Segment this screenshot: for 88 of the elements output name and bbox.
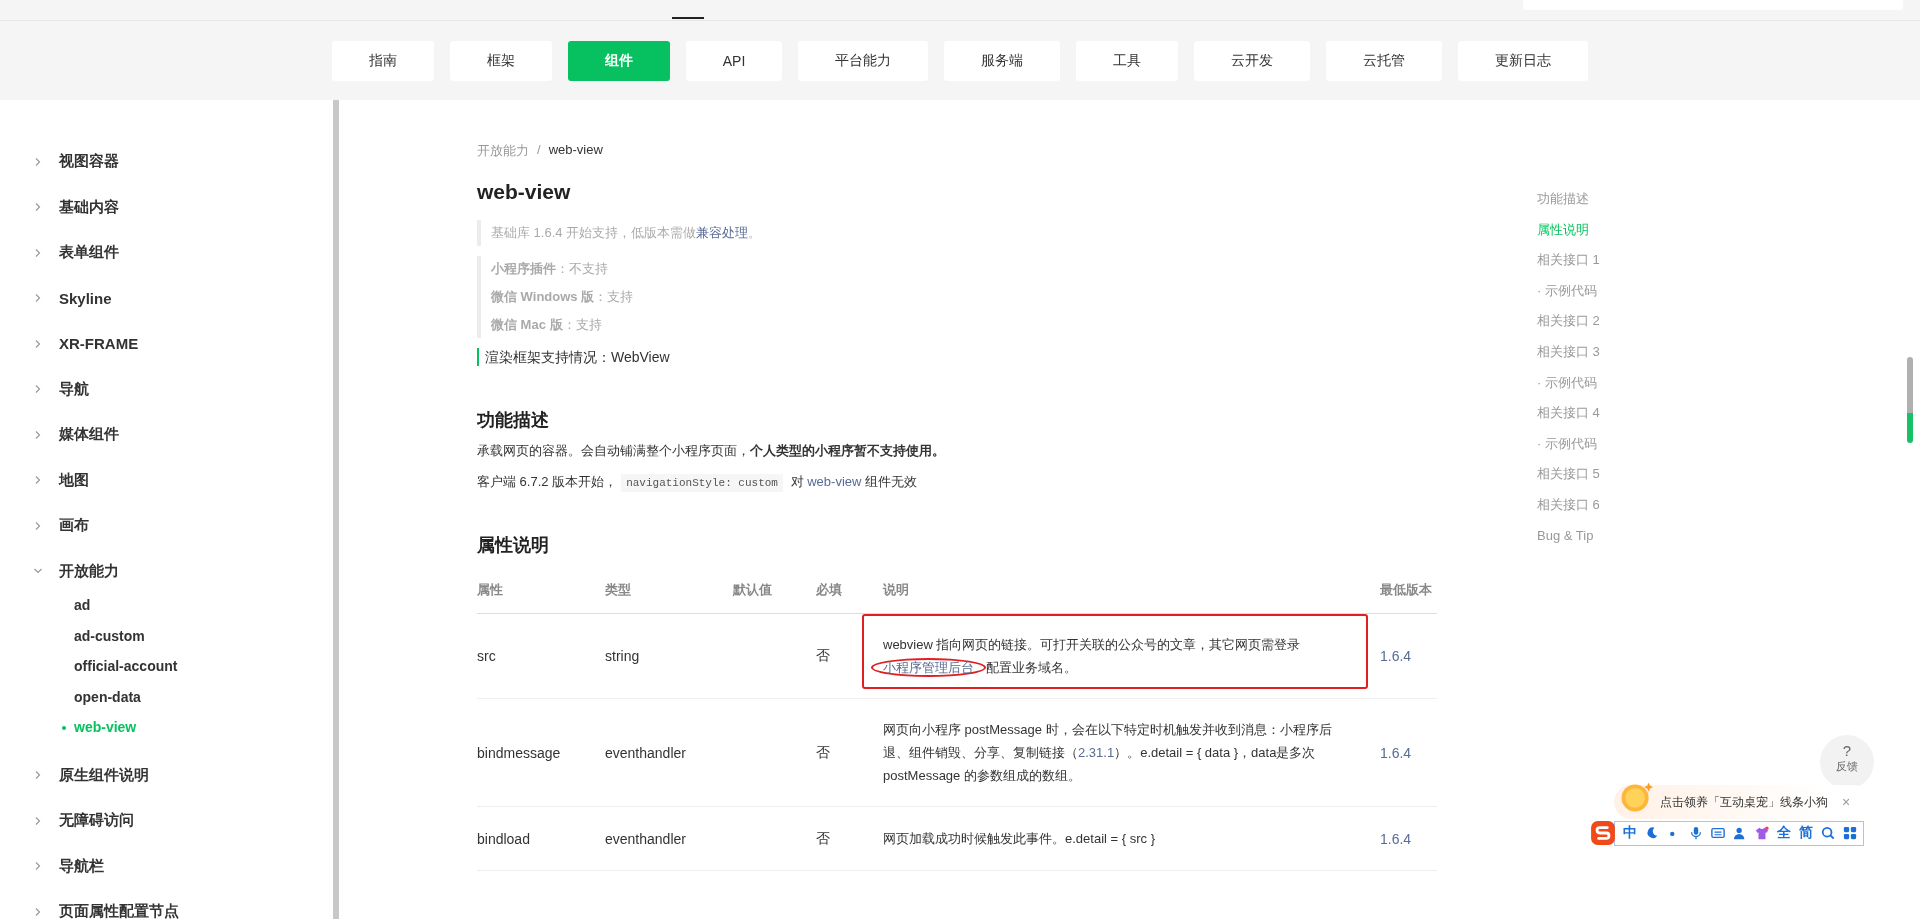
scrollbar[interactable] <box>333 100 339 919</box>
shirt-icon[interactable] <box>1755 826 1769 840</box>
sidebar-item[interactable]: 表单组件 <box>0 230 333 276</box>
tab-underline <box>672 17 704 19</box>
sidebar-item[interactable]: 导航 <box>0 366 333 412</box>
chevron-icon <box>33 156 43 167</box>
keyboard-icon[interactable] <box>1711 826 1725 840</box>
moon-icon[interactable] <box>1645 826 1659 840</box>
chevron-icon <box>33 338 43 349</box>
nav-tab[interactable]: 框架 <box>449 40 552 81</box>
chevron-icon <box>33 293 43 304</box>
cell-text: string <box>605 648 640 664</box>
sidebar-item[interactable]: 基础内容 <box>0 184 333 230</box>
chevron-icon <box>33 202 43 213</box>
breadcrumb-separator: / <box>537 142 541 159</box>
support-note: 基础库 1.6.4 开始支持，低版本需做兼容处理。 <box>491 224 763 242</box>
column-header: 最低版本 <box>1380 581 1437 614</box>
chevron-icon <box>33 770 43 781</box>
compat-link[interactable]: 兼容处理 <box>696 225 749 240</box>
nav-tab[interactable]: 服务端 <box>944 40 1061 81</box>
chevron-icon <box>33 384 43 395</box>
render-note: 渲染框架支持情况：WebView <box>477 348 1437 366</box>
cell-text: 否 <box>816 647 830 663</box>
cell-text: 网页加载成功时候触发此事件。e.detail = { src } <box>883 830 1156 848</box>
breadcrumb-current: web-view <box>548 142 603 159</box>
cell-text: bindload <box>477 830 530 847</box>
ime-mode-button[interactable]: 中 <box>1623 824 1637 842</box>
chevron-icon <box>33 815 43 826</box>
chevron-icon <box>33 861 43 872</box>
sidebar-subitem[interactable]: official-account <box>0 651 333 682</box>
nav-tab[interactable]: 云托管 <box>1326 40 1443 81</box>
sidebar-item[interactable]: 画布 <box>0 503 333 549</box>
simplified-button[interactable]: 简 <box>1799 824 1813 842</box>
sidebar-item[interactable]: 无障碍访问 <box>0 798 333 844</box>
inline-link[interactable]: 2.31.1 <box>1078 745 1115 760</box>
nav-tab[interactable]: 指南 <box>331 40 434 81</box>
search-icon[interactable] <box>1821 826 1835 840</box>
chevron-icon <box>33 475 43 486</box>
column-header: 默认值 <box>733 581 816 614</box>
version-link[interactable]: 1.6.4 <box>1380 648 1412 664</box>
chevron-icon <box>33 429 43 440</box>
cell-text: src <box>477 648 496 664</box>
cell-text: eventhandler <box>605 830 686 847</box>
cell-text: eventhandler <box>605 744 686 761</box>
nav-tab[interactable]: API <box>685 40 783 81</box>
nav-tab[interactable]: 云开发 <box>1194 40 1311 81</box>
cell-text: 否 <box>816 829 830 846</box>
platform-note: 小程序插件：不支持 <box>491 260 609 278</box>
version-link[interactable]: 1.6.4 <box>1380 744 1412 761</box>
full-width-button[interactable]: 全 <box>1777 824 1791 842</box>
column-header: 类型 <box>605 581 733 614</box>
section-heading: 属性说明 <box>477 534 550 557</box>
section-heading: 功能描述 <box>477 409 550 432</box>
platform-note: 微信 Mac 版：支持 <box>491 316 603 334</box>
sidebar-item[interactable]: 页面属性配置节点 <box>0 889 333 919</box>
paragraph: 承载网页的容器。会自动铺满整个小程序页面，个人类型的小程序暂不支持使用。 <box>477 442 946 460</box>
sidebar-item[interactable]: XR-FRAME <box>0 321 333 367</box>
nav-tab[interactable]: 平台能力 <box>798 40 929 81</box>
version-link[interactable]: 1.6.4 <box>1380 830 1412 847</box>
page-title: web-view <box>477 180 572 204</box>
sidebar-subitem[interactable]: open-data <box>0 681 333 712</box>
column-header: 说明 <box>883 581 1380 614</box>
sidebar-item[interactable]: 媒体组件 <box>0 412 333 458</box>
inline-link[interactable]: web-view <box>807 474 862 489</box>
ime-logo-icon[interactable] <box>1590 820 1616 846</box>
cell-text: 网页向小程序 postMessage 时，会在以下特定时机触发并收到消息：小程序后退、组件销毁、分享、复制链接（2.31.1）。e.detail = { data }，data是多次 postMessage 的参数组成的数组。 <box>883 721 1333 785</box>
sidebar-item[interactable]: 原生组件说明 <box>0 752 333 798</box>
sidebar-subitem[interactable]: ad-custom <box>0 620 333 651</box>
sidebar-item[interactable]: 地图 <box>0 457 333 503</box>
person-icon[interactable] <box>1733 826 1747 840</box>
nav-tab[interactable]: 更新日志 <box>1458 40 1589 81</box>
sidebar-item[interactable]: 视图容器 <box>0 139 333 185</box>
column-header: 必填 <box>816 581 883 614</box>
nav-tab[interactable]: 工具 <box>1076 40 1179 81</box>
chevron-icon <box>33 247 43 258</box>
chevron-icon <box>33 520 43 531</box>
platform-note: 微信 Windows 版：支持 <box>491 288 635 306</box>
cell-text: bindmessage <box>477 744 561 761</box>
chevron-icon <box>33 906 43 917</box>
sidebar-item[interactable]: Skyline <box>0 275 333 321</box>
microphone-icon[interactable] <box>1689 826 1703 840</box>
paragraph: 客户端 6.7.2 版本开始， navigationStyle: custom 对 web-view 组件无效 <box>477 473 1437 491</box>
grid-icon[interactable] <box>1843 826 1857 840</box>
cell-text: 否 <box>816 743 830 760</box>
column-header: 属性 <box>477 581 605 614</box>
sidebar-item[interactable]: 导航栏 <box>0 843 333 889</box>
inline-link[interactable]: 小程序管理后台 <box>871 658 986 677</box>
scrollbar[interactable] <box>1907 357 1913 443</box>
